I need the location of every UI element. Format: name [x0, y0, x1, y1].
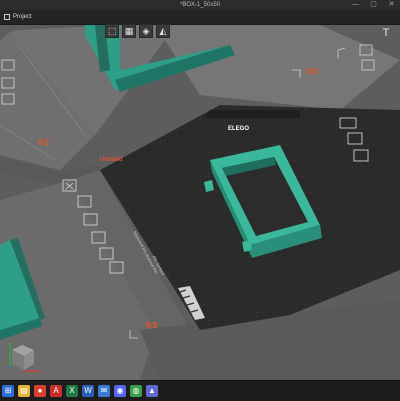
window-controls: — ▢ ✕ [351, 0, 396, 10]
paint-icon[interactable]: ◭ [156, 24, 170, 38]
plate-03-label[interactable]: 03 [306, 67, 318, 76]
plate-05-label[interactable]: 05 [146, 321, 158, 330]
grid-icon[interactable]: ▦ [122, 24, 136, 38]
window-titlebar: *BOX-1_50x50 — ▢ ✕ [0, 0, 400, 10]
mail-icon[interactable]: ✉ [98, 385, 110, 397]
plate-02-label[interactable]: 02 [38, 138, 50, 147]
project-menu-button[interactable]: Project [4, 12, 32, 22]
view-toolbar: ⬚ ▦ ◈ ◭ [105, 24, 170, 40]
pdf-icon[interactable]: A [50, 385, 62, 397]
active-plate-name[interactable]: Untitled [100, 157, 122, 163]
maximize-button[interactable]: ▢ [369, 0, 378, 10]
start-icon[interactable]: ⊞ [2, 385, 14, 397]
box-view-icon[interactable]: ⬚ [105, 24, 119, 38]
discord-icon[interactable]: ◉ [114, 385, 126, 397]
bed-brand-label: ELEGO [228, 126, 250, 132]
word-icon[interactable]: W [82, 385, 94, 397]
os-taskbar: ⊞ ▤ ● A X W ✉ ◉ ◍ ▲ [0, 380, 400, 401]
minimize-button[interactable]: — [351, 0, 360, 10]
3d-viewport[interactable]: 02 03 05 Untitled ELEGO Neptune4 Pro tex… [0, 25, 400, 380]
chrome-icon[interactable]: ◍ [130, 385, 142, 397]
project-label: Project [13, 14, 32, 20]
text-tool-icon[interactable]: T [380, 27, 392, 39]
layers-icon[interactable]: ◈ [139, 24, 153, 38]
close-button[interactable]: ✕ [387, 0, 396, 10]
excel-icon[interactable]: X [66, 385, 78, 397]
slicer-icon[interactable]: ▲ [146, 385, 158, 397]
files-icon[interactable]: ▤ [18, 385, 30, 397]
browser-icon[interactable]: ● [34, 385, 46, 397]
menu-bar: Project [0, 10, 400, 25]
window-title: *BOX-1_50x50 [179, 2, 221, 8]
project-icon [4, 14, 10, 20]
scene-canvas[interactable] [0, 25, 400, 380]
